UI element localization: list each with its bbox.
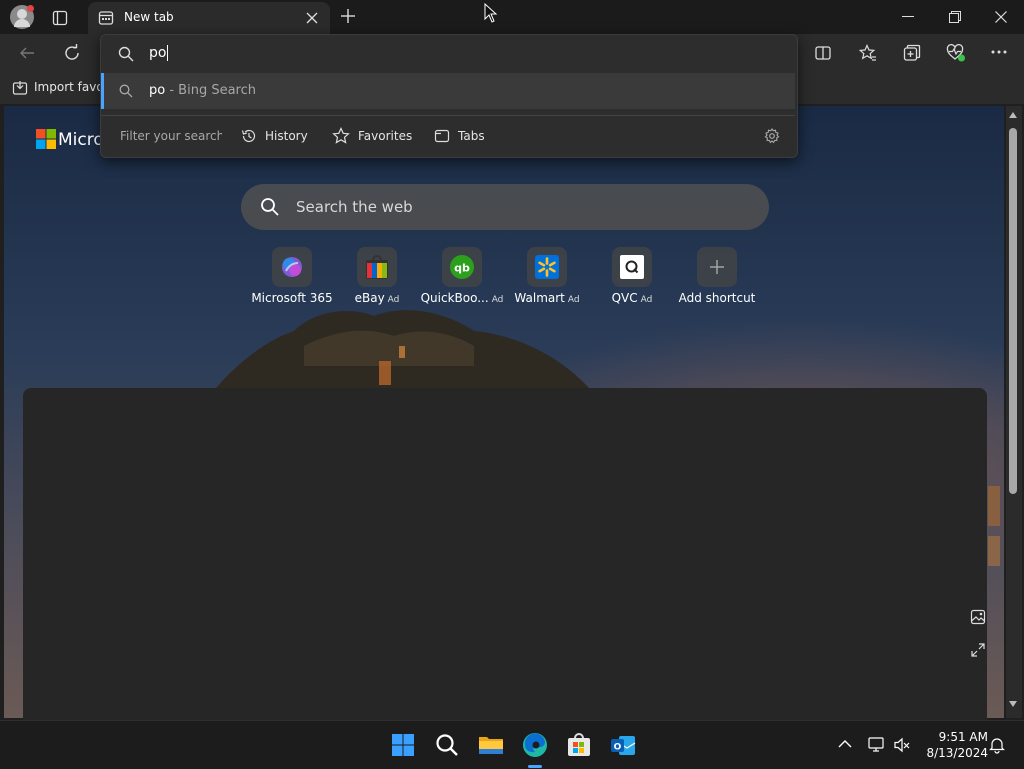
filter-history-button[interactable]: History <box>241 126 308 146</box>
shortcut-walmart[interactable]: Walmart Ad <box>505 247 589 305</box>
edge-browser-icon[interactable] <box>519 729 551 761</box>
newtab-page-icon <box>98 10 114 26</box>
tab-new-tab[interactable]: New tab <box>88 2 330 34</box>
tab-actions-icon[interactable] <box>52 10 68 26</box>
network-icon[interactable] <box>868 736 886 754</box>
text-caret <box>167 45 169 61</box>
ebay-icon <box>357 247 397 287</box>
ad-badge: Ad <box>491 295 504 305</box>
shortcut-qvc[interactable]: QVC Ad <box>590 247 674 305</box>
shortcut-label: QuickBoo... <box>420 291 489 305</box>
split-screen-icon[interactable] <box>815 45 831 61</box>
browser-essentials-heart-icon[interactable] <box>946 43 966 63</box>
volume-muted-icon[interactable] <box>893 736 911 754</box>
notification-bell-icon[interactable] <box>988 736 1006 754</box>
selection-accent-bar <box>101 73 104 109</box>
suggestion-item[interactable]: po - Bing Search <box>101 73 795 109</box>
restore-button[interactable] <box>949 11 961 23</box>
shortcut-microsoft-365[interactable]: Microsoft 365 <box>250 247 334 305</box>
add-plus-icon <box>697 247 737 287</box>
windows-start-icon[interactable] <box>387 729 419 761</box>
expand-icon[interactable] <box>970 642 986 658</box>
filter-tabs-label: Tabs <box>458 129 485 143</box>
microsoft-brand-text: Microsoft <box>58 130 102 150</box>
svg-text:qb: qb <box>454 262 470 275</box>
suggestion-source: - Bing Search <box>165 83 256 98</box>
filter-favorites-label: Favorites <box>358 129 413 143</box>
ad-badge: Ad <box>387 295 400 305</box>
shortcut-label: QVC <box>611 291 638 305</box>
filter-favorites-button[interactable]: Favorites <box>332 126 412 146</box>
mouse-cursor-icon <box>484 3 498 23</box>
star-icon <box>332 127 350 144</box>
search-icon <box>119 84 133 98</box>
scrollbar-thumb[interactable] <box>1009 128 1017 494</box>
outlook-icon[interactable]: O <box>607 729 639 761</box>
windows-taskbar: O 9:51 AM 8/13/2024 <box>0 720 1024 769</box>
address-bar-query: po <box>149 45 167 61</box>
filter-tabs-button[interactable]: Tabs <box>434 126 485 146</box>
collections-icon[interactable] <box>903 44 921 62</box>
chevron-up-icon[interactable] <box>838 739 852 749</box>
qvc-icon <box>612 247 652 287</box>
new-tab-plus-icon[interactable] <box>340 8 356 24</box>
filter-label: Filter your search: <box>120 129 222 143</box>
microsoft-store-icon[interactable] <box>563 729 595 761</box>
background-image-icon[interactable] <box>970 609 986 625</box>
microsoft-365-icon <box>272 247 312 287</box>
clock-time[interactable]: 9:51 AM <box>918 730 988 744</box>
clock-date[interactable]: 8/13/2024 <box>918 746 988 760</box>
content-feed-panel <box>23 388 987 728</box>
file-explorer-icon[interactable] <box>475 729 507 761</box>
search-icon <box>118 46 134 62</box>
walmart-icon <box>527 247 567 287</box>
tabs-icon <box>434 129 450 143</box>
scroll-up-arrow-icon[interactable] <box>1009 112 1017 118</box>
shortcut-ebay[interactable]: eBay Ad <box>335 247 419 305</box>
quickbooks-icon: qb <box>442 247 482 287</box>
scroll-down-arrow-icon[interactable] <box>1009 701 1017 707</box>
svg-text:O: O <box>614 743 622 753</box>
web-search-placeholder: Search the web <box>296 198 413 216</box>
add-shortcut-button[interactable]: Add shortcut <box>675 247 759 305</box>
title-bar: New tab <box>0 0 1024 34</box>
ad-badge: Ad <box>567 295 580 305</box>
address-bar-dropdown: po po - Bing Search Filter your search: … <box>100 34 798 158</box>
history-icon <box>241 129 256 143</box>
shortcut-quickbooks[interactable]: qb QuickBoo... Ad <box>420 247 504 305</box>
address-bar-input[interactable]: po <box>149 45 169 61</box>
import-favorites-link[interactable]: Import favorites <box>34 80 100 94</box>
ad-badge: Ad <box>640 295 653 305</box>
close-tab-icon[interactable] <box>306 12 318 24</box>
web-search-box[interactable]: Search the web <box>241 184 769 230</box>
profile-alert-dot <box>27 5 34 12</box>
tab-title: New tab <box>124 10 174 24</box>
close-window-button[interactable] <box>995 11 1007 23</box>
profile-avatar[interactable] <box>10 5 34 29</box>
back-arrow-icon[interactable] <box>18 44 36 62</box>
filter-history-label: History <box>265 129 308 143</box>
shortcut-label: Microsoft 365 <box>251 291 333 305</box>
search-filter-row: Filter your search: History Favorites Ta… <box>101 115 795 156</box>
search-icon <box>260 197 280 217</box>
shortcut-label: Add shortcut <box>678 291 756 305</box>
refresh-icon[interactable] <box>63 44 81 62</box>
more-options-icon[interactable] <box>991 50 1007 54</box>
shortcut-label: eBay <box>354 291 385 305</box>
suggestion-query: po <box>149 83 166 98</box>
gear-icon[interactable] <box>764 128 780 144</box>
minimize-button[interactable] <box>902 16 914 17</box>
favorites-icon[interactable] <box>859 44 877 62</box>
import-favorites-icon <box>12 80 28 96</box>
shortcut-label: Walmart <box>514 291 565 305</box>
microsoft-logo-icon <box>36 129 56 149</box>
taskbar-search-icon[interactable] <box>431 729 463 761</box>
